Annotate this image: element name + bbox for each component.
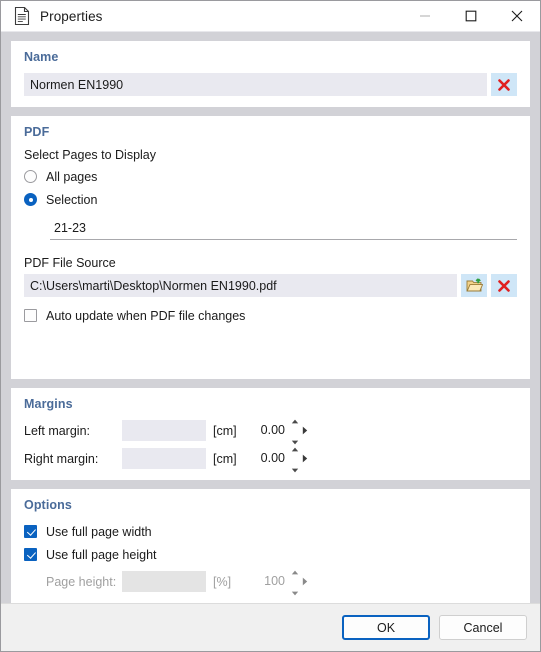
right-margin-label: Right margin: <box>24 451 99 466</box>
browse-file-button[interactable] <box>461 274 487 297</box>
clear-name-button[interactable] <box>491 73 517 96</box>
spin-down-icon[interactable] <box>291 460 299 478</box>
pdf-panel-title: PDF <box>24 125 50 139</box>
page-height-row: Page height: [%] <box>24 570 517 596</box>
ok-button[interactable]: OK <box>342 615 430 640</box>
red-x-icon <box>498 279 510 292</box>
margins-panel: Margins Left margin: [cm] Right margin: <box>11 388 530 480</box>
selection-pages-input[interactable] <box>50 216 517 240</box>
auto-update-checkbox-indicator <box>24 309 37 322</box>
page-height-unit: [%] <box>213 574 232 589</box>
options-panel: Options Use full page width Use full pag… <box>11 489 530 603</box>
name-panel-title: Name <box>24 50 59 64</box>
dialog-body: Name PDF Select Pages to Display All pag… <box>1 32 540 603</box>
spin-up-icon[interactable] <box>291 411 299 429</box>
name-row <box>24 73 517 96</box>
window-title: Properties <box>40 8 103 24</box>
left-margin-unit: [cm] <box>213 423 237 438</box>
document-icon <box>13 6 31 26</box>
page-height-label: Page height: <box>46 574 117 589</box>
auto-update-label: Auto update when PDF file changes <box>46 308 246 323</box>
page-height-input[interactable] <box>122 571 291 592</box>
pdf-file-source-row <box>24 274 517 297</box>
use-full-page-height-indicator <box>24 548 37 561</box>
radio-selection[interactable]: Selection <box>24 189 517 210</box>
red-x-icon <box>498 78 510 91</box>
right-margin-expand-icon[interactable] <box>302 454 313 463</box>
use-full-page-width-checkbox[interactable]: Use full page width <box>24 521 517 542</box>
page-height-expand-icon[interactable] <box>302 577 313 586</box>
radio-all-pages-indicator <box>24 170 37 183</box>
left-margin-stepper[interactable] <box>122 419 308 445</box>
left-margin-expand-icon[interactable] <box>302 426 313 435</box>
use-full-page-width-label: Use full page width <box>46 524 152 539</box>
clear-file-source-button[interactable] <box>491 274 517 297</box>
left-margin-row: Left margin: [cm] <box>24 419 517 445</box>
open-folder-icon <box>466 278 483 292</box>
right-margin-stepper[interactable] <box>122 447 308 473</box>
minimize-button[interactable] <box>402 1 448 32</box>
right-margin-row: Right margin: [cm] <box>24 447 517 473</box>
name-input[interactable] <box>24 73 487 96</box>
radio-all-pages[interactable]: All pages <box>24 166 517 187</box>
pdf-panel: PDF Select Pages to Display All pages Se… <box>11 116 530 379</box>
spin-up-icon[interactable] <box>291 562 299 580</box>
right-margin-input[interactable] <box>122 448 291 469</box>
title-bar: Properties <box>1 1 540 32</box>
spin-down-icon[interactable] <box>291 583 299 601</box>
right-margin-spin-arrows[interactable] <box>291 439 302 478</box>
dialog-footer: OK Cancel <box>1 603 540 651</box>
properties-dialog: Properties Name Normen EN1990 PDF Select… <box>0 0 541 652</box>
use-full-page-height-checkbox[interactable]: Use full page height <box>24 544 517 565</box>
page-height-stepper[interactable] <box>122 570 308 596</box>
window-controls <box>402 1 540 32</box>
maximize-button[interactable] <box>448 1 494 32</box>
margins-panel-title: Margins <box>24 397 73 411</box>
select-pages-label: Select Pages to Display <box>24 148 157 162</box>
spin-up-icon[interactable] <box>291 439 299 457</box>
pdf-file-source-input[interactable] <box>24 274 457 297</box>
page-height-spin-arrows[interactable] <box>291 562 302 601</box>
close-button[interactable] <box>494 1 540 32</box>
name-panel: Name <box>11 41 530 107</box>
right-margin-unit: [cm] <box>213 451 237 466</box>
selection-input-wrap <box>24 216 517 240</box>
left-margin-label: Left margin: <box>24 423 91 438</box>
use-full-page-height-label: Use full page height <box>46 547 157 562</box>
radio-selection-indicator <box>24 193 37 206</box>
use-full-page-width-indicator <box>24 525 37 538</box>
options-panel-title: Options <box>24 498 72 512</box>
pdf-file-source-label: PDF File Source <box>24 256 116 270</box>
radio-selection-label: Selection <box>46 192 98 207</box>
auto-update-checkbox[interactable]: Auto update when PDF file changes <box>24 305 517 326</box>
radio-all-pages-label: All pages <box>46 169 98 184</box>
left-margin-input[interactable] <box>122 420 291 441</box>
cancel-button[interactable]: Cancel <box>439 615 527 640</box>
